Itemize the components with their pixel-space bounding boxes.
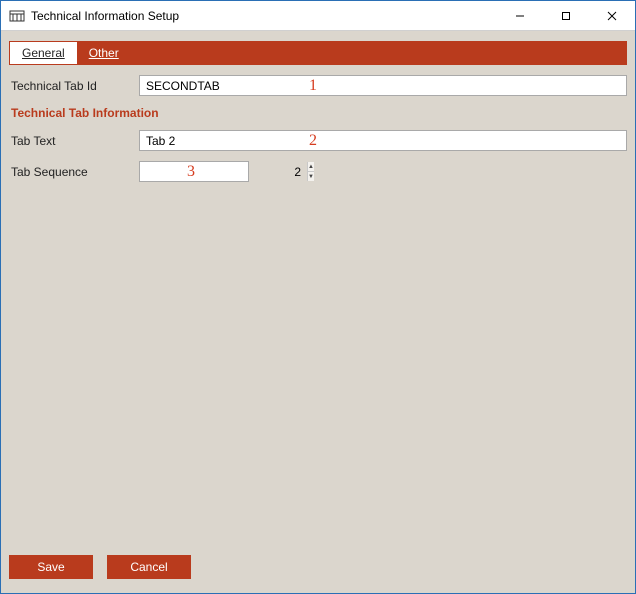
maximize-button[interactable] xyxy=(543,1,589,30)
row-tab-text: Tab Text 2 xyxy=(9,130,627,151)
titlebar: Technical Information Setup xyxy=(1,1,635,31)
input-tab-text[interactable] xyxy=(139,130,627,151)
general-panel: Technical Tab Id 1 Technical Tab Informa… xyxy=(9,65,627,551)
app-window: Technical Information Setup General Othe… xyxy=(0,0,636,594)
input-tab-sequence[interactable] xyxy=(140,162,307,181)
row-tab-sequence: Tab Sequence ▲ ▼ 3 xyxy=(9,161,627,182)
tab-general[interactable]: General xyxy=(10,42,77,64)
window-title: Technical Information Setup xyxy=(31,9,497,23)
app-icon xyxy=(9,8,25,24)
label-tab-sequence: Tab Sequence xyxy=(9,165,139,179)
save-button[interactable]: Save xyxy=(9,555,93,579)
input-tab-id[interactable] xyxy=(139,75,627,96)
button-row: Save Cancel xyxy=(9,551,627,585)
label-tab-id: Technical Tab Id xyxy=(9,79,139,93)
spinner-tab-sequence: ▲ ▼ xyxy=(139,161,249,182)
spinner-up-button[interactable]: ▲ xyxy=(308,162,314,171)
label-tab-text: Tab Text xyxy=(9,134,139,148)
client-area: General Other Technical Tab Id 1 Technic… xyxy=(1,31,635,593)
row-tab-id: Technical Tab Id 1 xyxy=(9,75,627,96)
close-button[interactable] xyxy=(589,1,635,30)
tab-other[interactable]: Other xyxy=(77,42,131,64)
spinner-down-button[interactable]: ▼ xyxy=(308,171,314,181)
minimize-button[interactable] xyxy=(497,1,543,30)
section-header: Technical Tab Information xyxy=(11,106,627,120)
window-controls xyxy=(497,1,635,30)
cancel-button[interactable]: Cancel xyxy=(107,555,191,579)
spinner-buttons: ▲ ▼ xyxy=(307,162,314,181)
tabbar: General Other xyxy=(9,41,627,65)
